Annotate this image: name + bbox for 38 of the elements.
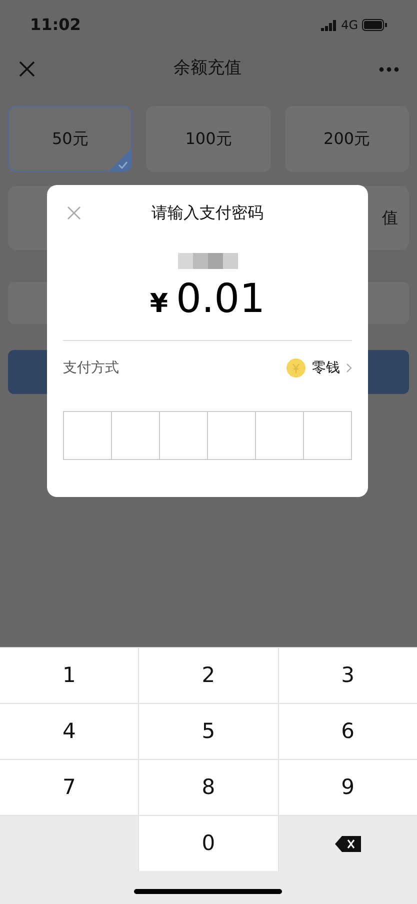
keypad-key[interactable]: 1 [0, 648, 138, 703]
close-icon[interactable] [67, 206, 81, 220]
amount-option[interactable]: 100元 [146, 106, 271, 172]
password-digit-box[interactable] [159, 411, 208, 460]
backspace-icon [334, 836, 361, 852]
keypad-key[interactable]: 2 [139, 648, 278, 703]
keypad-key[interactable]: 8 [139, 760, 278, 815]
currency-symbol: ¥ [150, 288, 168, 321]
payment-amount: 0.01 [176, 277, 266, 321]
password-digit-box[interactable] [303, 411, 352, 460]
signal-icon [321, 20, 338, 30]
payment-method-label: 支付方式 [63, 358, 119, 378]
page-title: 余额充值 [174, 57, 242, 80]
amount-option[interactable]: 50元 [8, 106, 132, 172]
password-digit-box[interactable] [63, 411, 112, 460]
status-time: 11:02 [30, 14, 81, 36]
keypad-key[interactable]: 9 [278, 760, 417, 815]
redaction-mosaic [178, 253, 238, 269]
battery-icon [362, 19, 387, 31]
keypad-key[interactable]: 4 [0, 704, 138, 759]
keypad-key[interactable]: 3 [278, 648, 417, 703]
network-label: 4G [341, 17, 358, 34]
keypad-key[interactable]: 5 [139, 704, 278, 759]
amount-option[interactable]: 200元 [284, 106, 409, 172]
close-icon[interactable] [18, 60, 36, 78]
password-digit-box[interactable] [111, 411, 160, 460]
keypad-key[interactable]: 0 [139, 816, 278, 871]
keypad-key[interactable]: 6 [278, 704, 417, 759]
keypad-key[interactable]: 7 [0, 760, 138, 815]
coin-icon [286, 358, 306, 378]
dialog-title: 请输入支付密码 [152, 202, 264, 224]
payment-method[interactable]: 零钱 [312, 358, 340, 378]
backspace-key[interactable] [278, 816, 417, 871]
password-digit-box[interactable] [207, 411, 256, 460]
chevron-right-icon[interactable] [346, 363, 352, 373]
check-corner-icon [109, 149, 132, 171]
more-icon[interactable] [379, 66, 399, 72]
password-digit-box[interactable] [255, 411, 304, 460]
